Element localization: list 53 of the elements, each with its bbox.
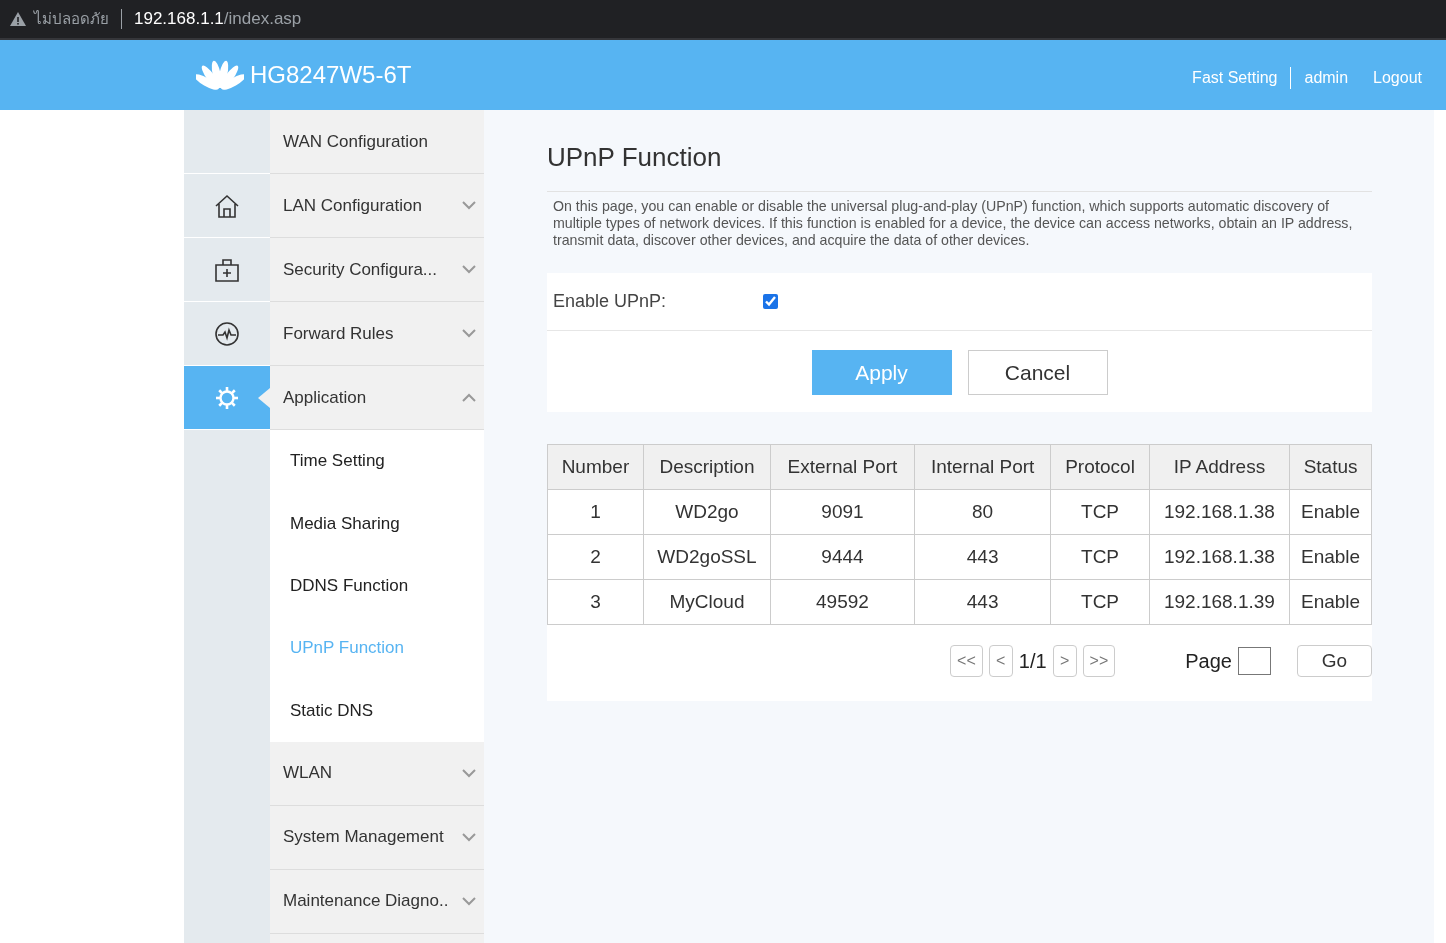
table-cell: TCP xyxy=(1050,534,1150,580)
table-cell: 443 xyxy=(914,579,1051,625)
go-button[interactable]: Go xyxy=(1297,645,1372,677)
security-label: ไม่ปลอดภัย xyxy=(34,9,109,30)
page-label: Page xyxy=(1185,649,1232,673)
gear-icon xyxy=(214,384,240,411)
table-cell: 9444 xyxy=(770,534,915,580)
table-cell: 9091 xyxy=(770,489,915,535)
column-header: Protocol xyxy=(1050,444,1150,490)
next-page-button[interactable]: > xyxy=(1052,645,1077,677)
column-header: Internal Port xyxy=(914,444,1051,490)
table-cell: WD2goSSL xyxy=(643,534,771,580)
address-url[interactable]: 192.168.1.1/index.asp xyxy=(134,9,302,29)
page-description: On this page, you can enable or disable the universal plug-and-play (UPnP) function, which supports automatic discovery of multiple types of network devices. If this function is enabled for a device, the device can access networks, obtain an IP address, transmit data, discover other devices, and acquire the data of other devices. xyxy=(552,198,1354,249)
table-cell: 192.168.1.39 xyxy=(1149,579,1290,625)
table-cell: Enable xyxy=(1289,579,1372,625)
first-page-button[interactable]: << xyxy=(950,645,983,677)
submenu-item[interactable]: Media Sharing xyxy=(270,492,484,555)
table-cell: 49592 xyxy=(770,579,915,625)
briefcase-plus-icon xyxy=(214,256,240,283)
table-cell: Enable xyxy=(1289,534,1372,580)
pulse-circle-icon xyxy=(214,320,240,347)
table-cell: 1 xyxy=(547,489,644,535)
enable-upnp-label: Enable UPnP: xyxy=(553,291,668,312)
product-name: HG8247W5-6T xyxy=(250,61,412,89)
column-header: Status xyxy=(1289,444,1372,490)
table-cell: WD2go xyxy=(643,489,771,535)
previous-page-button[interactable]: < xyxy=(988,645,1013,677)
table-cell: 80 xyxy=(914,489,1051,535)
column-header: External Port xyxy=(770,444,915,490)
table-cell: TCP xyxy=(1050,579,1150,625)
table-cell: Enable xyxy=(1289,489,1372,535)
warning-icon xyxy=(10,12,26,26)
submenu-item[interactable]: Static DNS xyxy=(270,679,484,742)
submenu-item[interactable]: DDNS Function xyxy=(270,554,484,618)
table-cell: 2 xyxy=(547,534,644,580)
cancel-button[interactable]: Cancel xyxy=(967,350,1108,395)
submenu-item[interactable]: Time Setting xyxy=(270,430,484,493)
column-header: Description xyxy=(643,444,771,490)
last-page-button[interactable]: >> xyxy=(1082,645,1116,677)
table-cell: TCP xyxy=(1050,489,1150,535)
enable-upnp-checkbox[interactable] xyxy=(763,294,778,309)
column-header: Number xyxy=(547,444,644,490)
page-title: UPnP Function xyxy=(547,140,1372,192)
table-cell: MyCloud xyxy=(643,579,771,625)
page-input[interactable] xyxy=(1238,647,1271,675)
column-header: IP Address xyxy=(1149,444,1290,490)
table-cell: 192.168.1.38 xyxy=(1149,534,1290,580)
table-cell: 443 xyxy=(914,534,1051,580)
table-cell: 192.168.1.38 xyxy=(1149,489,1290,535)
home-icon xyxy=(214,192,240,219)
page-info: 1/1 xyxy=(1018,649,1047,673)
table-cell: 3 xyxy=(547,579,644,625)
